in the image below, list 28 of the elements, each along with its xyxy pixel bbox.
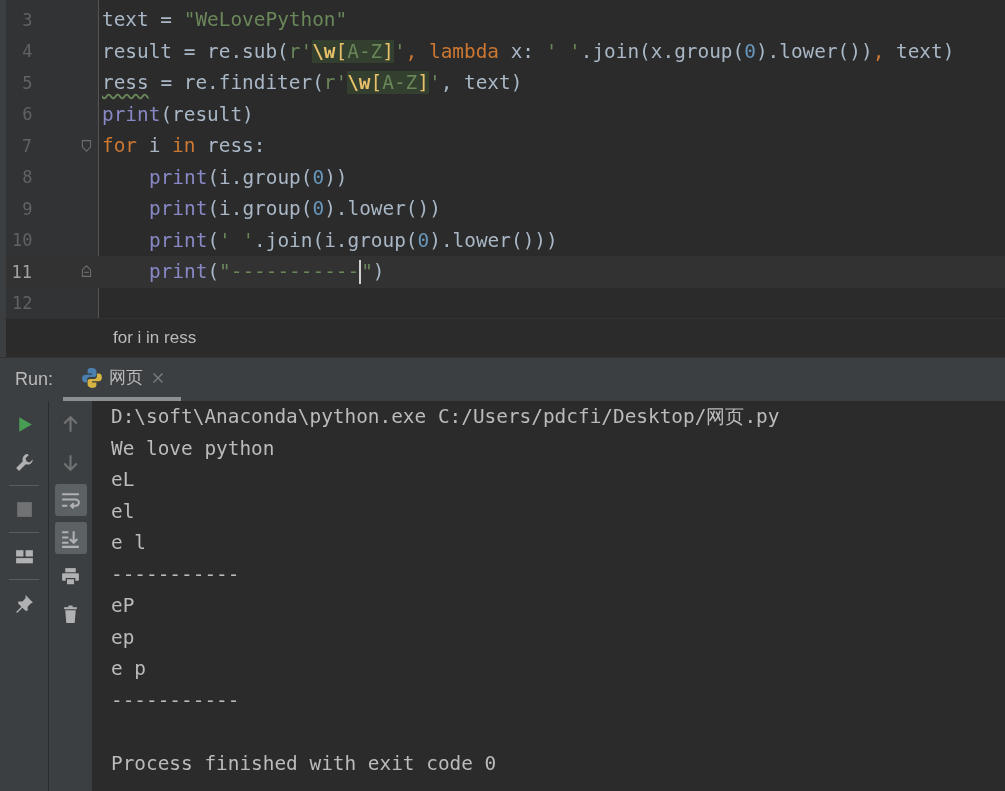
fold-marker-icon[interactable] bbox=[80, 265, 93, 279]
console-output-line: ----------- bbox=[111, 687, 241, 714]
code-line: result = re.sub(r'\w[A-Z]', lambda x: ' '.join(x.group(0).lower()), text) bbox=[102, 39, 955, 63]
python-icon bbox=[81, 366, 104, 389]
console-output-line: el bbox=[111, 498, 136, 525]
console-output-line: D:\soft\Anaconda\python.exe C:/Users/pdcfi/Desktop/网页.py bbox=[111, 404, 781, 430]
line-number: 11 bbox=[10, 261, 32, 282]
code-line: text = "WeLovePython" bbox=[102, 8, 348, 32]
console-output-line: We love python bbox=[111, 435, 276, 462]
code-line: print(' '.join(i.group(0).lower())) bbox=[149, 228, 558, 252]
code-line: print(result) bbox=[102, 102, 254, 126]
panel-title: Run: bbox=[15, 369, 54, 390]
console-output-line: Process finished with exit code 0 bbox=[111, 750, 498, 777]
printer-icon[interactable] bbox=[60, 565, 81, 587]
console-output-line: eP bbox=[111, 593, 136, 619]
console-output-line: ep bbox=[111, 624, 136, 651]
code-line: for i in ress: bbox=[102, 134, 266, 158]
code-line: print(i.group(0).lower()) bbox=[149, 197, 441, 221]
code-line: ") bbox=[361, 260, 385, 284]
code-line: print("----------- bbox=[149, 260, 360, 284]
console-output-line: ----------- bbox=[111, 561, 241, 588]
console-output-line: e p bbox=[111, 656, 148, 682]
breadcrumb-item[interactable]: for i in ress bbox=[113, 328, 197, 348]
code-line: print(i.group(0)) bbox=[149, 165, 348, 189]
fold-marker-icon[interactable] bbox=[80, 139, 93, 153]
code-line: ress = re.finditer(r'\w[A-Z]', text) bbox=[102, 71, 523, 95]
console-output-line: e l bbox=[111, 530, 148, 556]
console-output-line: eL bbox=[111, 467, 136, 493]
